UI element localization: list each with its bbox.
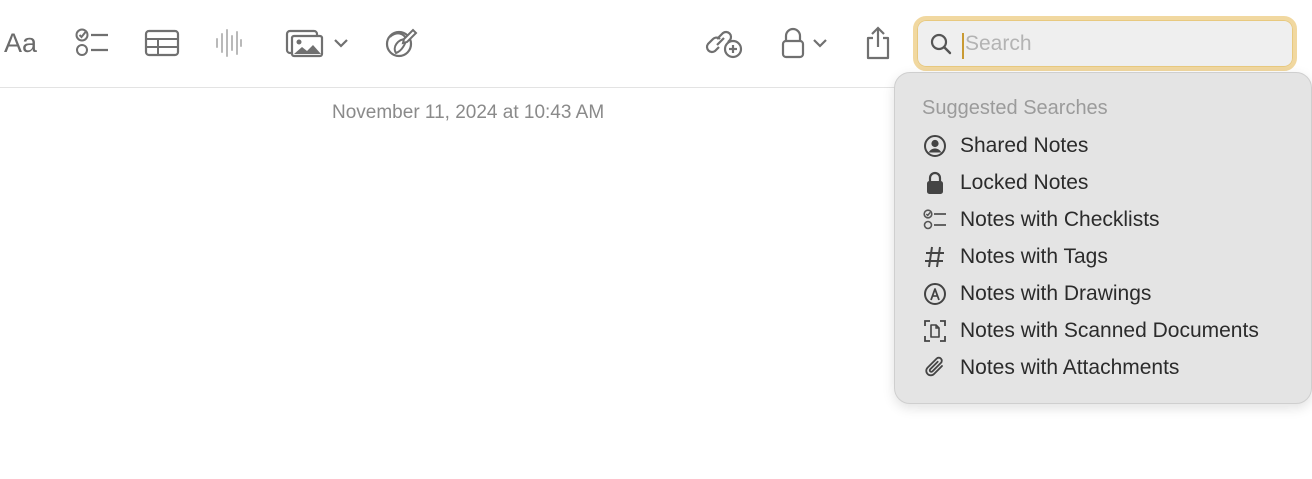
- suggestion-drawings[interactable]: Notes with Drawings: [921, 277, 1301, 311]
- suggested-searches-menu: Suggested Searches Shared Notes Locked N…: [894, 72, 1312, 404]
- suggested-searches-title: Suggested Searches: [922, 97, 1108, 119]
- paperclip-icon: [921, 354, 949, 382]
- search-input[interactable]: [965, 26, 1275, 62]
- pencil-tip-icon: [921, 280, 949, 308]
- suggestion-label: Notes with Attachments: [960, 356, 1180, 379]
- notes-window: Aa Search November 11, 2024 at 10:43 AM …: [0, 0, 1312, 479]
- suggestion-checklists[interactable]: Notes with Checklists: [921, 203, 1301, 237]
- share-button[interactable]: [860, 22, 896, 64]
- collaborate-button[interactable]: [703, 22, 747, 64]
- photo-icon: [285, 29, 324, 58]
- suggestion-label: Notes with Drawings: [960, 282, 1152, 305]
- markup-icon: [385, 28, 418, 58]
- table-icon: [144, 29, 180, 57]
- person-circle-icon: [921, 132, 949, 160]
- hashtag-icon: [921, 243, 949, 271]
- suggestion-label: Notes with Checklists: [960, 208, 1160, 231]
- table-button[interactable]: [142, 22, 182, 64]
- suggestion-tags[interactable]: Notes with Tags: [921, 240, 1301, 274]
- suggestion-label: Notes with Scanned Documents: [960, 319, 1259, 342]
- suggestion-shared-notes[interactable]: Shared Notes: [921, 129, 1301, 163]
- chevron-down-icon: [813, 39, 827, 48]
- checklist-icon: [921, 206, 949, 234]
- lock-button[interactable]: [776, 22, 832, 64]
- suggestion-locked-notes[interactable]: Locked Notes: [921, 166, 1301, 200]
- note-date: November 11, 2024 at 10:43 AM: [332, 102, 605, 123]
- media-button[interactable]: [282, 22, 352, 64]
- checklist-button[interactable]: [72, 22, 112, 64]
- lock-icon: [921, 169, 949, 197]
- chevron-down-icon: [334, 39, 348, 48]
- add-link-icon: [705, 30, 743, 59]
- search-icon: [930, 33, 952, 55]
- text-caret: [962, 33, 964, 59]
- scanned-document-icon: [921, 317, 949, 345]
- suggestion-label: Shared Notes: [960, 134, 1089, 157]
- waveform-icon: [216, 29, 242, 57]
- markup-button[interactable]: [380, 22, 420, 64]
- audio-button[interactable]: [212, 22, 246, 64]
- suggestion-label: Notes with Tags: [960, 245, 1108, 268]
- checklist-icon: [75, 28, 108, 56]
- search-field[interactable]: [913, 16, 1297, 71]
- suggestion-label: Locked Notes: [960, 171, 1089, 194]
- suggestion-attachments[interactable]: Notes with Attachments: [921, 351, 1301, 385]
- lock-icon: [781, 27, 805, 59]
- suggestion-scanned-documents[interactable]: Notes with Scanned Documents: [921, 314, 1301, 348]
- share-icon: [866, 26, 890, 60]
- format-button[interactable]: Aa: [4, 24, 37, 62]
